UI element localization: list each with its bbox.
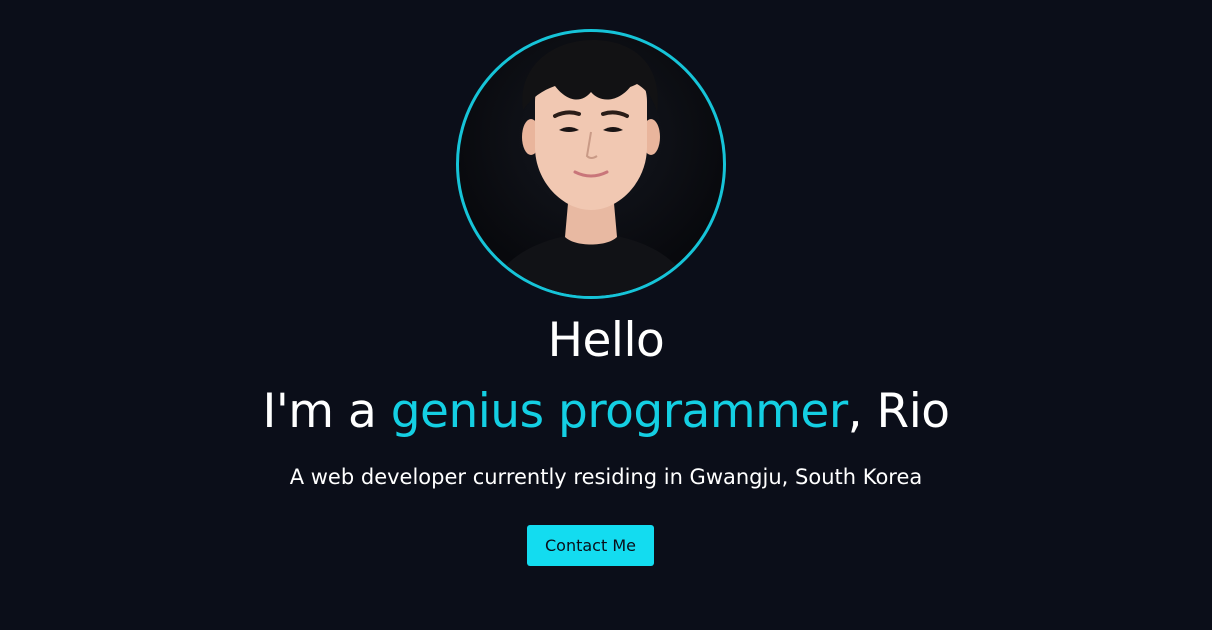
greeting-heading: Hello (547, 313, 665, 368)
hero-section: Hello I'm a genius programmer, Rio A web… (0, 0, 1212, 630)
headline-prefix: I'm a (262, 384, 391, 439)
headline-suffix: , Rio (847, 384, 950, 439)
subtitle: A web developer currently residing in Gw… (289, 465, 923, 489)
profile-photo-icon (489, 40, 693, 296)
headline: I'm a genius programmer, Rio (0, 380, 1212, 444)
contact-me-button[interactable]: Contact Me (527, 525, 654, 566)
headline-accent: genius programmer (390, 384, 848, 439)
profile-avatar (456, 29, 726, 299)
